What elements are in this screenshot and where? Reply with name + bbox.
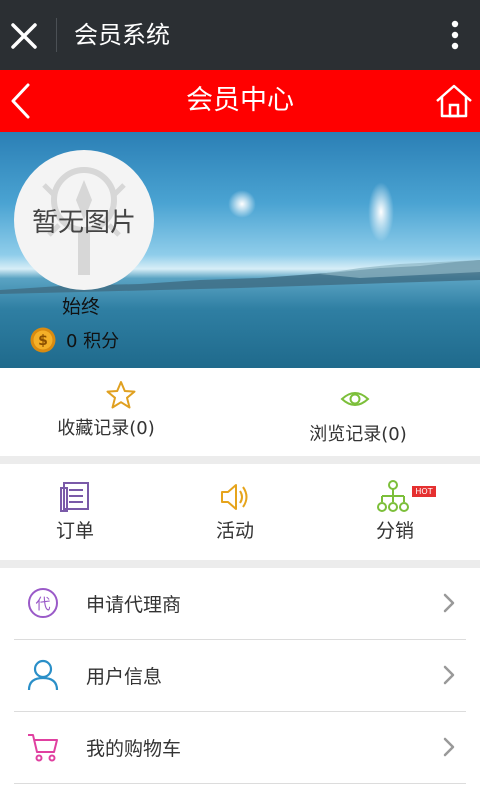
distribution-button[interactable]: HOT 分销 <box>320 464 480 560</box>
menu-item-label: 用户信息 <box>86 666 163 688</box>
page-header: 会员中心 <box>0 70 480 132</box>
functions-row: 订单 活动 HOT 分销 <box>0 464 480 560</box>
orders-label: 订单 <box>55 520 94 542</box>
avatar[interactable]: 暂无图片 <box>14 150 154 290</box>
user-icon <box>27 659 59 691</box>
hot-badge: HOT <box>412 486 436 497</box>
avatar-placeholder-text: 暂无图片 <box>31 208 136 238</box>
svg-text:代: 代 <box>35 595 50 613</box>
favorites-record-button[interactable]: 收藏记录(0) <box>0 368 240 456</box>
activities-label: 活动 <box>215 520 254 542</box>
section-divider <box>0 456 480 464</box>
browse-record-button[interactable]: 浏览记录(0) <box>240 368 480 456</box>
points-text: 0 积分 <box>66 331 120 352</box>
menu-item-label: 申请代理商 <box>86 594 182 616</box>
chevron-right-icon <box>443 593 455 613</box>
cart-icon <box>28 734 58 762</box>
browse-record-label: 浏览记录(0) <box>309 424 407 445</box>
menu-item-shopping-cart[interactable]: 我的购物车 <box>0 712 480 784</box>
profile-banner: 暂无图片 始终 $ 0 积分 <box>0 132 480 368</box>
list-separator <box>14 783 466 784</box>
agent-dai-icon: 代 <box>28 588 58 618</box>
menu-item-user-info[interactable]: 用户信息 <box>0 640 480 712</box>
eye-icon <box>340 392 370 406</box>
chevron-right-icon <box>443 737 455 757</box>
coin-icon: $ <box>30 327 56 353</box>
order-document-icon <box>60 482 89 512</box>
activities-button[interactable]: 活动 <box>160 464 320 560</box>
star-icon <box>106 381 136 409</box>
menu-item-label: 我的购物车 <box>86 738 182 760</box>
username: 始终 <box>62 296 101 318</box>
speaker-icon <box>221 484 248 510</box>
points-display: $ 0 积分 <box>30 326 119 354</box>
page-title: 会员中心 <box>186 85 294 116</box>
window-titlebar: 会员系统 <box>0 0 480 70</box>
banner-sun-glow <box>368 182 394 242</box>
orders-button[interactable]: 订单 <box>0 464 160 560</box>
distribution-tree-icon <box>377 480 409 512</box>
window-title: 会员系统 <box>74 21 170 49</box>
records-row: 收藏记录(0) 浏览记录(0) <box>0 368 480 456</box>
distribution-label: 分销 <box>375 520 414 542</box>
menu-list: 代 申请代理商 用户信息 我的购物车 <box>0 568 480 800</box>
chevron-right-icon <box>443 665 455 685</box>
titlebar-divider <box>56 18 57 52</box>
svg-text:$: $ <box>38 333 48 349</box>
close-icon[interactable] <box>8 17 40 53</box>
favorites-record-label: 收藏记录(0) <box>57 418 155 439</box>
menu-item-apply-agent[interactable]: 代 申请代理商 <box>0 568 480 640</box>
banner-sun-glow <box>228 190 256 218</box>
section-divider <box>0 560 480 568</box>
more-vertical-icon[interactable] <box>440 17 470 53</box>
home-icon[interactable] <box>434 82 474 120</box>
